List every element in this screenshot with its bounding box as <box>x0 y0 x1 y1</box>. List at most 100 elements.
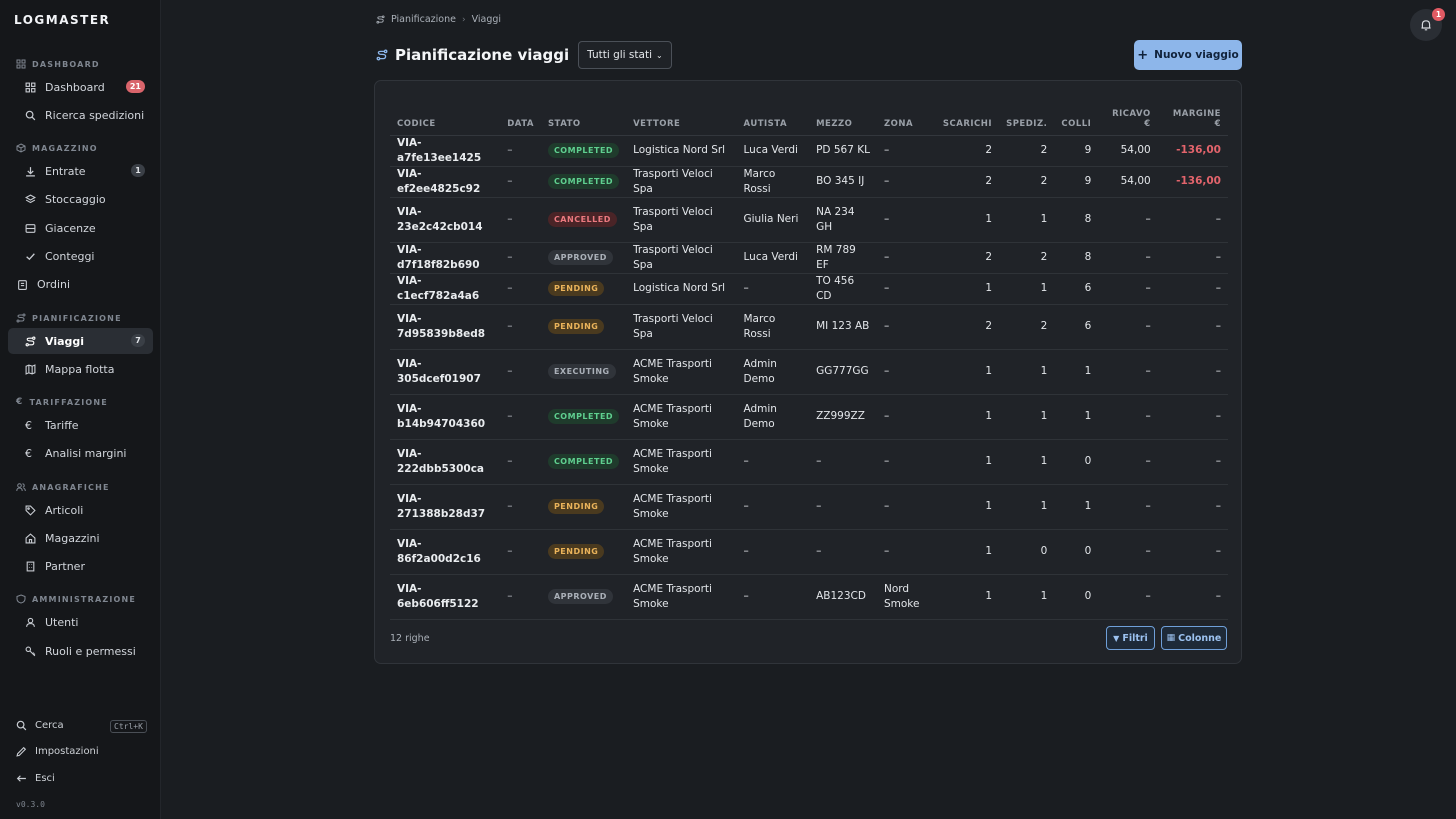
status-badge: CANCELLED <box>547 212 617 227</box>
sidebar-item-utenti[interactable]: Utenti <box>8 609 153 635</box>
cell-date: – <box>500 197 541 243</box>
cell-code: VIA-222dbb5300ca <box>390 439 501 485</box>
table-row[interactable]: VIA-23e2c42cb014– CANCELLED Trasporti Velo… <box>390 197 1228 243</box>
cell-unloads: 1 <box>932 273 1000 305</box>
cell-carrier: ACME Trasporti Smoke <box>626 439 737 485</box>
search-shortcut-button[interactable]: Cerca <box>16 720 64 731</box>
sidebar-item-viaggi[interactable]: Viaggi 7 <box>8 328 153 354</box>
cell-unloads: 2 <box>932 135 1000 167</box>
cell-unloads: 1 <box>932 349 1000 395</box>
sidebar-item-entrate[interactable]: Entrate 1 <box>8 158 153 184</box>
status-filter-select[interactable]: Tutti gli stati ⌄ <box>578 41 672 69</box>
table-row[interactable]: VIA-222dbb5300ca – COMPLETED ACME Trasporti… <box>390 439 1228 485</box>
col-header-codice[interactable]: CODICE <box>390 99 501 136</box>
cell-packages: 1 <box>1054 484 1099 530</box>
cell-status: PENDING <box>540 529 627 575</box>
col-header-zona[interactable]: ZONA <box>876 99 933 136</box>
table-row[interactable]: VIA-271388b28d37– PENDING ACME Trasporti S… <box>390 484 1228 530</box>
cell-date: – <box>500 304 541 350</box>
cell-shipments: 2 <box>999 166 1055 198</box>
cell-date: – <box>500 273 541 305</box>
trips-table-card: CODICE DATA STATO VETTORE AUTISTA MEZZO … <box>374 80 1242 664</box>
sidebar-item-giacenze[interactable]: Giacenze <box>8 215 153 241</box>
new-trip-button[interactable]: + Nuovo viaggio <box>1134 40 1242 70</box>
col-header-ricavo[interactable]: RICAVO € <box>1098 99 1158 136</box>
col-header-spediz[interactable]: SPEDIZ. <box>999 99 1055 136</box>
col-header-stato[interactable]: STATO <box>540 99 627 136</box>
sidebar-item-label: Giacenze <box>45 221 96 235</box>
table-row[interactable]: VIA-305dcef01907– EXECUTING ACME Trasporti… <box>390 349 1228 395</box>
col-header-margine[interactable]: MARGINE € <box>1157 99 1228 136</box>
col-header-colli[interactable]: COLLI <box>1054 99 1099 136</box>
status-badge: COMPLETED <box>547 143 620 158</box>
cell-margin: – <box>1157 394 1228 440</box>
logout-button[interactable]: Esci <box>16 773 55 784</box>
sidebar-item-mappa-flotta[interactable]: Mappa flotta <box>8 356 153 382</box>
sidebar-item-articoli[interactable]: Articoli <box>8 497 153 523</box>
cell-status: COMPLETED <box>540 439 627 485</box>
table-row[interactable]: VIA-6eb606ff5122– APPROVED ACME Trasporti … <box>390 574 1228 620</box>
sidebar-item-partner[interactable]: Partner <box>8 553 153 579</box>
table-row[interactable]: VIA-b14b94704360– COMPLETED ACME Trasporti… <box>390 394 1228 440</box>
app-version: v0.3.0 <box>16 800 45 809</box>
col-header-mezzo[interactable]: MEZZO <box>809 99 877 136</box>
cell-driver: Marco Rossi <box>736 304 810 350</box>
cell-margin: – <box>1157 273 1228 305</box>
sidebar-item-analisi-margini[interactable]: € Analisi margini <box>8 440 153 466</box>
box-icon <box>16 143 26 153</box>
cell-margin: – <box>1157 529 1228 575</box>
search-icon <box>25 110 36 120</box>
cell-vehicle: NA 234 GH <box>809 197 877 243</box>
col-header-scarichi[interactable]: SCARICHI <box>932 99 1000 136</box>
settings-button[interactable]: Impostazioni <box>16 746 99 757</box>
table-row[interactable]: VIA-a7fe13ee1425– COMPLETED Logistica Nord… <box>390 135 1228 167</box>
viaggi-badge: 7 <box>131 334 145 347</box>
cell-revenue: – <box>1098 349 1158 395</box>
cell-date: – <box>500 439 541 485</box>
sidebar-item-ordini[interactable]: Ordini <box>8 271 153 297</box>
sidebar-item-label: Conteggi <box>45 249 95 263</box>
keyboard-shortcut: Ctrl+K <box>110 720 147 733</box>
sidebar-item-label: Magazzini <box>45 531 100 545</box>
breadcrumb-link-pianificazione[interactable]: Pianificazione <box>391 14 456 25</box>
status-badge: APPROVED <box>547 589 613 604</box>
table-row[interactable]: VIA-7d95839b8ed8– PENDING Trasporti Veloci… <box>390 304 1228 350</box>
cell-vehicle: – <box>809 439 877 485</box>
sidebar-item-stoccaggio[interactable]: Stoccaggio <box>8 186 153 212</box>
sidebar-item-ricerca-spedizioni[interactable]: Ricerca spedizioni <box>8 102 153 128</box>
sidebar-item-tariffe[interactable]: € Tariffe <box>8 412 153 438</box>
col-header-autista[interactable]: AUTISTA <box>736 99 810 136</box>
table-row[interactable]: VIA-86f2a00d2c16– PENDING ACME Trasporti S… <box>390 529 1228 575</box>
users-icon <box>16 483 26 492</box>
cell-date: – <box>500 574 541 620</box>
columns-button[interactable]: ▦ Colonne <box>1161 626 1227 650</box>
notifications-button[interactable]: 1 <box>1410 8 1445 41</box>
filters-button[interactable]: ▼ Filtri <box>1106 626 1155 650</box>
table-row[interactable]: VIA-c1ecf782a4a6– PENDING Logistica Nord S… <box>390 273 1228 305</box>
cell-date: – <box>500 484 541 530</box>
grid-icon <box>16 59 26 69</box>
sidebar-item-conteggi[interactable]: Conteggi <box>8 243 153 269</box>
cell-unloads: 1 <box>932 439 1000 485</box>
cell-unloads: 1 <box>932 529 1000 575</box>
table-row[interactable]: VIA-d7f18f82b690– APPROVED Trasporti Veloc… <box>390 242 1228 274</box>
status-badge: COMPLETED <box>547 174 620 189</box>
cell-packages: 9 <box>1054 135 1099 167</box>
col-header-vettore[interactable]: VETTORE <box>626 99 737 136</box>
entrate-badge: 1 <box>131 164 145 177</box>
sidebar-item-label: Ordini <box>37 277 71 291</box>
cell-code: VIA-b14b94704360 <box>390 394 501 440</box>
cell-packages: 8 <box>1054 242 1099 274</box>
breadcrumb-current: Viaggi <box>471 14 502 25</box>
cell-driver: Luca Verdi <box>736 242 810 274</box>
cell-margin: – <box>1157 197 1228 243</box>
sidebar-item-magazzini[interactable]: Magazzini <box>8 525 153 551</box>
sidebar-item-dashboard[interactable]: Dashboard 21 <box>8 74 153 100</box>
col-header-data[interactable]: DATA <box>500 99 541 136</box>
tag-icon <box>25 505 36 516</box>
table-row[interactable]: VIA-ef2ee4825c92– COMPLETED Trasporti Velo… <box>390 166 1228 198</box>
cell-zone: – <box>876 166 933 198</box>
sidebar-item-ruoli-permessi[interactable]: Ruoli e permessi <box>8 638 153 664</box>
cell-vehicle: MI 123 AB <box>809 304 877 350</box>
route-icon <box>376 49 388 61</box>
